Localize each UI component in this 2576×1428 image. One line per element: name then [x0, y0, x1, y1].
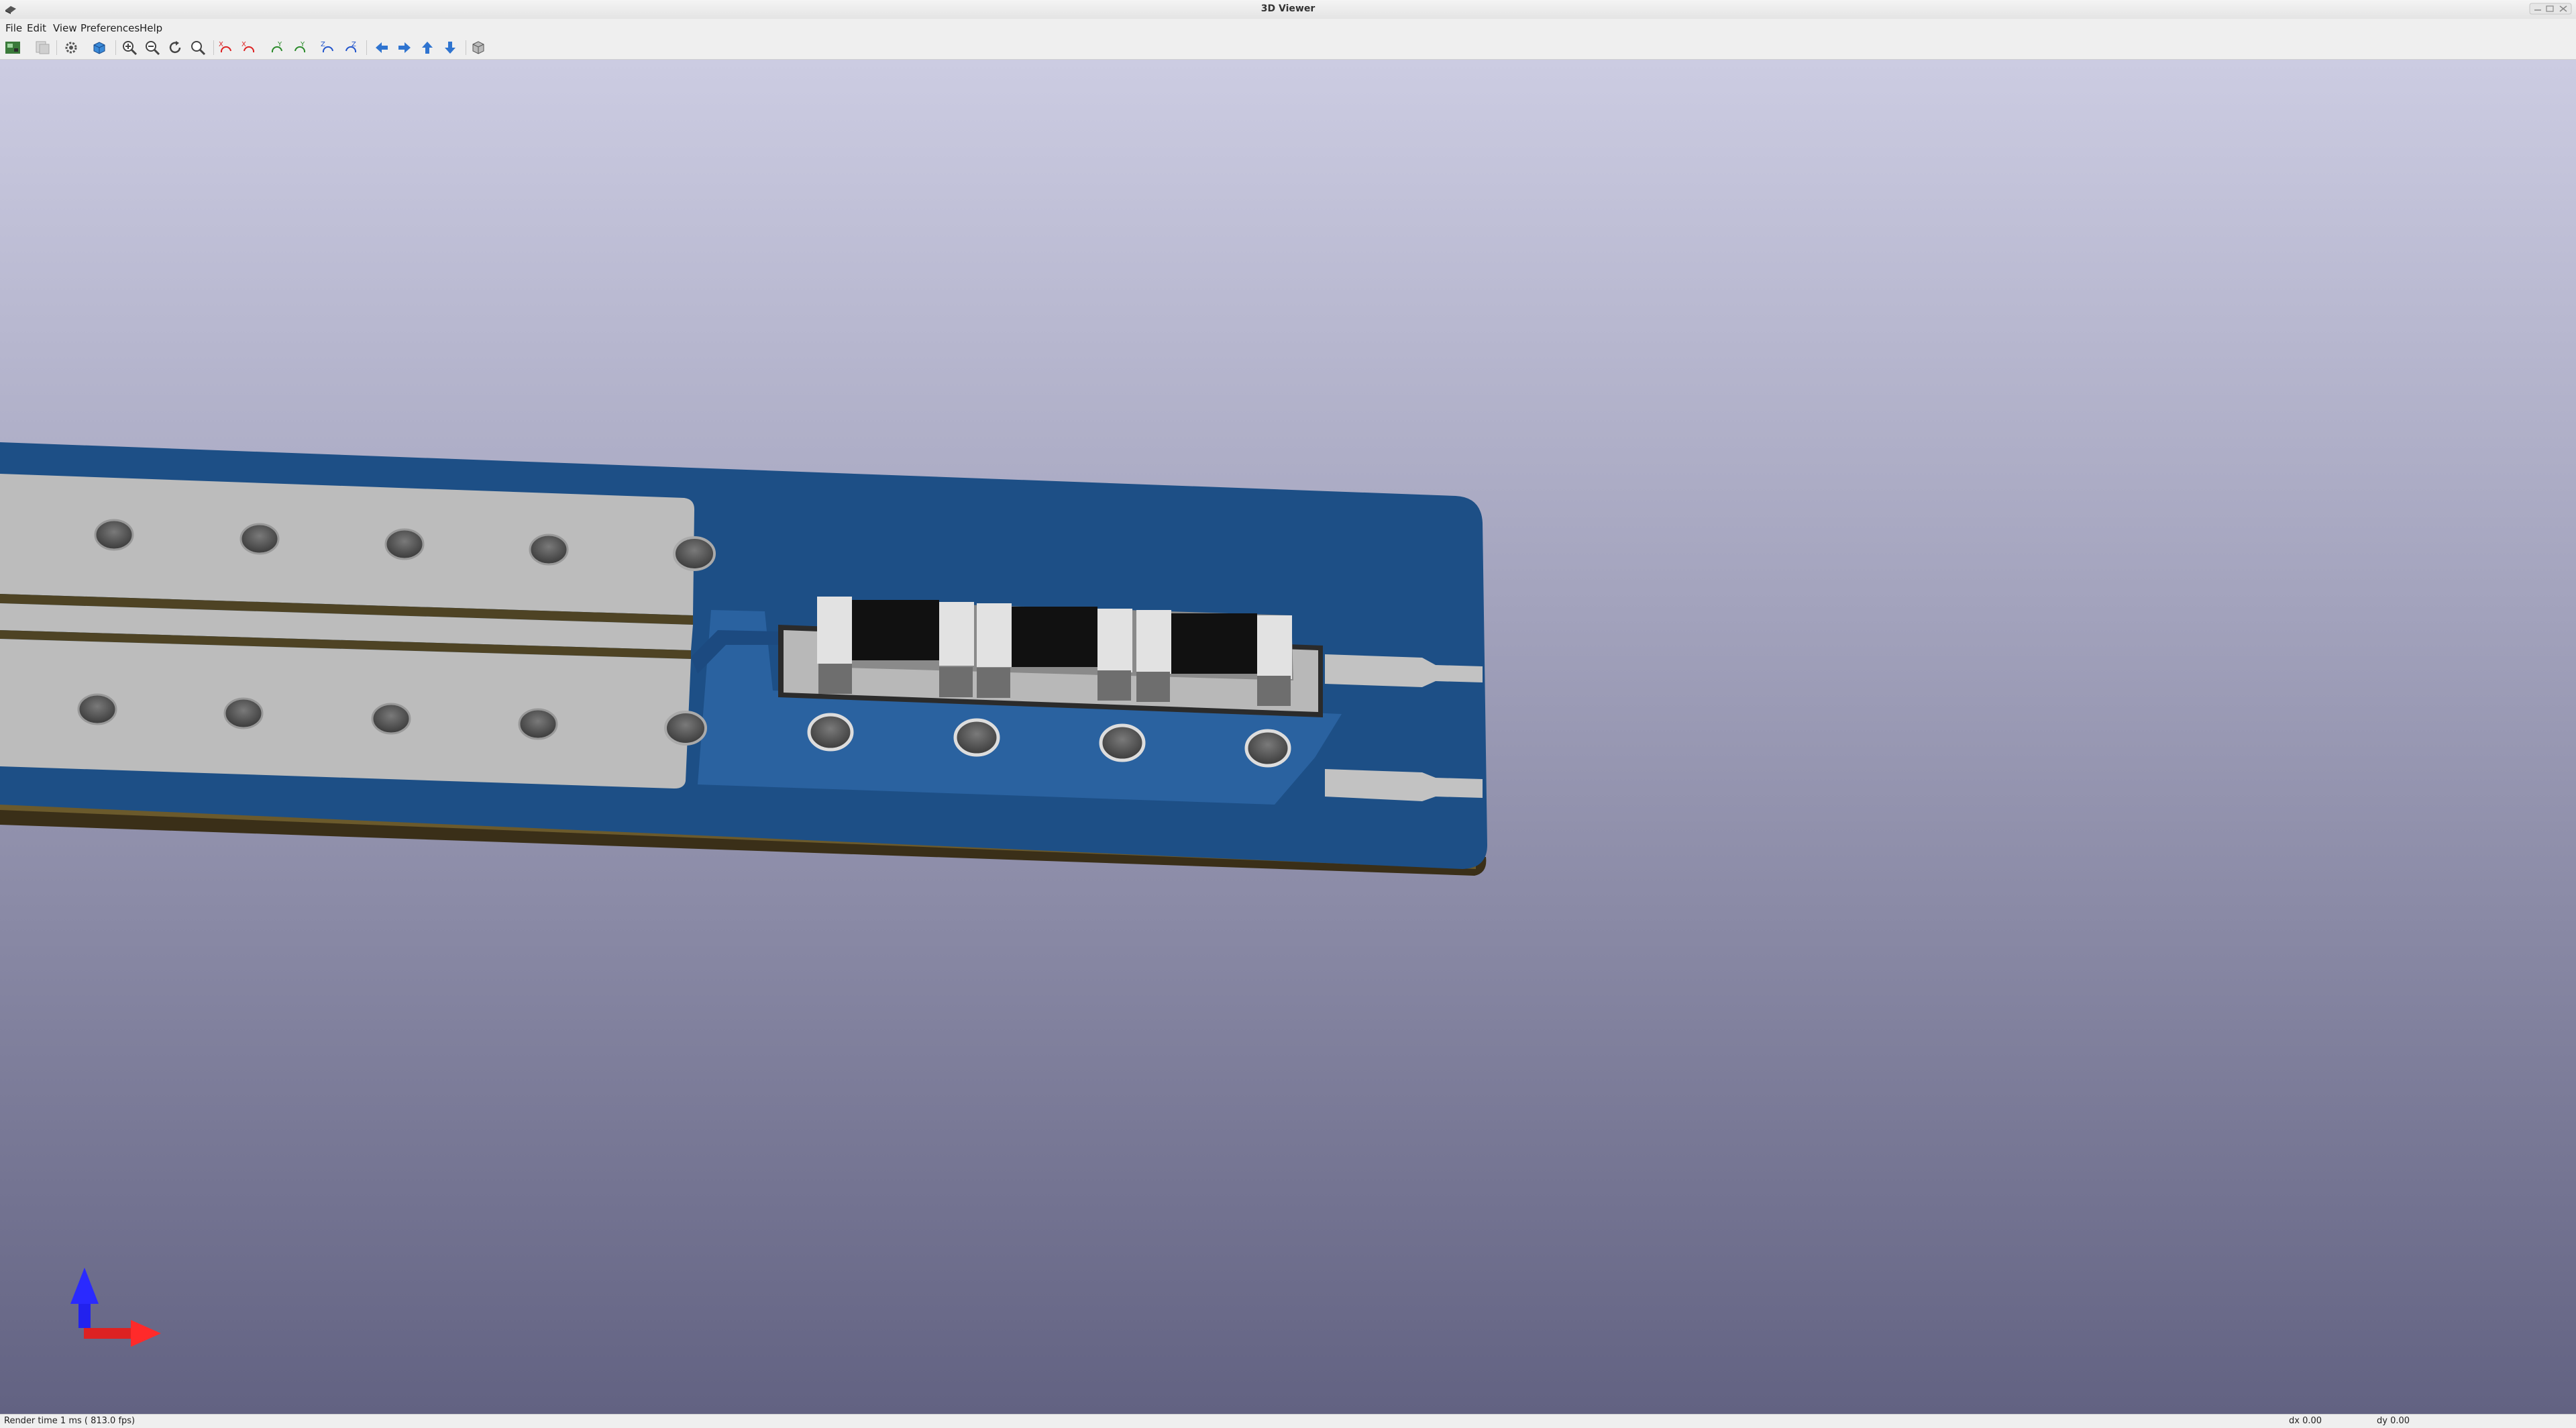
- dx-status: dx 0.00: [2289, 1416, 2322, 1426]
- pan-left-icon: [376, 42, 388, 53]
- pan-down-button[interactable]: [441, 39, 459, 56]
- zoom-in-button[interactable]: [121, 39, 138, 56]
- settings-icon: [65, 42, 77, 54]
- rotate-y-ccw-icon: Y: [294, 41, 306, 53]
- toolbar: X X Y Y Z Z: [0, 36, 2576, 60]
- rotate-x-cw-icon: X: [219, 41, 231, 53]
- zoom-out-button[interactable]: [144, 39, 161, 56]
- raytracing-icon: [93, 42, 105, 54]
- rotate-z-cw-icon: Z: [321, 41, 333, 53]
- pan-down-icon: [445, 42, 455, 54]
- menu-preferences[interactable]: Preferences: [80, 22, 140, 34]
- toolbar-separator: [56, 40, 57, 55]
- svg-text:X: X: [241, 41, 246, 48]
- zoom-in-icon: [123, 41, 138, 56]
- rotate-z-cw-button[interactable]: Z: [319, 39, 337, 56]
- toolbar-separator: [213, 40, 214, 55]
- rotate-x-cw-button[interactable]: X: [217, 39, 235, 56]
- menu-bar: File Edit View Preferences Help: [0, 19, 2576, 36]
- copy-image-icon: [36, 41, 50, 54]
- menu-file[interactable]: File: [5, 22, 22, 34]
- window-controls[interactable]: [2529, 2, 2572, 15]
- settings-button[interactable]: [62, 39, 80, 56]
- pcb-3d-scene: [0, 442, 1487, 876]
- rotate-y-ccw-button[interactable]: Y: [291, 39, 309, 56]
- toolbar-separator: [115, 40, 116, 55]
- pan-right-icon: [398, 42, 411, 53]
- orthographic-icon: [472, 41, 484, 54]
- orthographic-button[interactable]: [470, 39, 487, 56]
- window-title: 3D Viewer: [1260, 3, 1316, 14]
- pan-left-button[interactable]: [373, 39, 390, 56]
- copy-image-button[interactable]: [34, 39, 51, 56]
- svg-text:Z: Z: [321, 41, 325, 48]
- render-time-status: Render time 1 ms ( 813.0 fps): [4, 1416, 136, 1426]
- render-options-button[interactable]: [4, 39, 21, 56]
- svg-text:X: X: [219, 41, 223, 48]
- menu-view[interactable]: View: [53, 22, 77, 34]
- zoom-out-icon: [146, 41, 160, 56]
- pan-up-button[interactable]: [419, 39, 436, 56]
- menu-edit[interactable]: Edit: [27, 22, 46, 34]
- 3d-viewport[interactable]: [0, 60, 2576, 1414]
- rotate-x-ccw-icon: X: [241, 41, 255, 53]
- zoom-fit-button[interactable]: [189, 39, 207, 56]
- pan-right-button[interactable]: [396, 39, 413, 56]
- rotate-z-ccw-button[interactable]: Z: [342, 39, 360, 56]
- redraw-button[interactable]: [166, 39, 184, 56]
- axis-gizmo: [70, 1268, 161, 1347]
- rotate-z-ccw-icon: Z: [345, 41, 357, 53]
- pan-up-icon: [422, 42, 433, 54]
- toolbar-separator: [366, 40, 367, 55]
- zoom-fit-icon: [191, 41, 206, 56]
- render-options-icon: [5, 42, 20, 54]
- rotate-y-cw-button[interactable]: Y: [268, 39, 286, 56]
- redraw-icon: [169, 41, 181, 54]
- z-axis-arrow: [70, 1268, 99, 1328]
- dy-status: dy 0.00: [2377, 1416, 2410, 1426]
- rotate-x-ccw-button[interactable]: X: [240, 39, 258, 56]
- title-bar: 3D Viewer: [0, 0, 2576, 19]
- rotate-y-cw-icon: Y: [271, 41, 282, 53]
- status-bar: Render time 1 ms ( 813.0 fps) dx 0.00 dy…: [0, 1414, 2576, 1428]
- menu-help[interactable]: Help: [140, 22, 162, 34]
- raytracing-button[interactable]: [91, 39, 108, 56]
- x-axis-arrow: [84, 1320, 161, 1347]
